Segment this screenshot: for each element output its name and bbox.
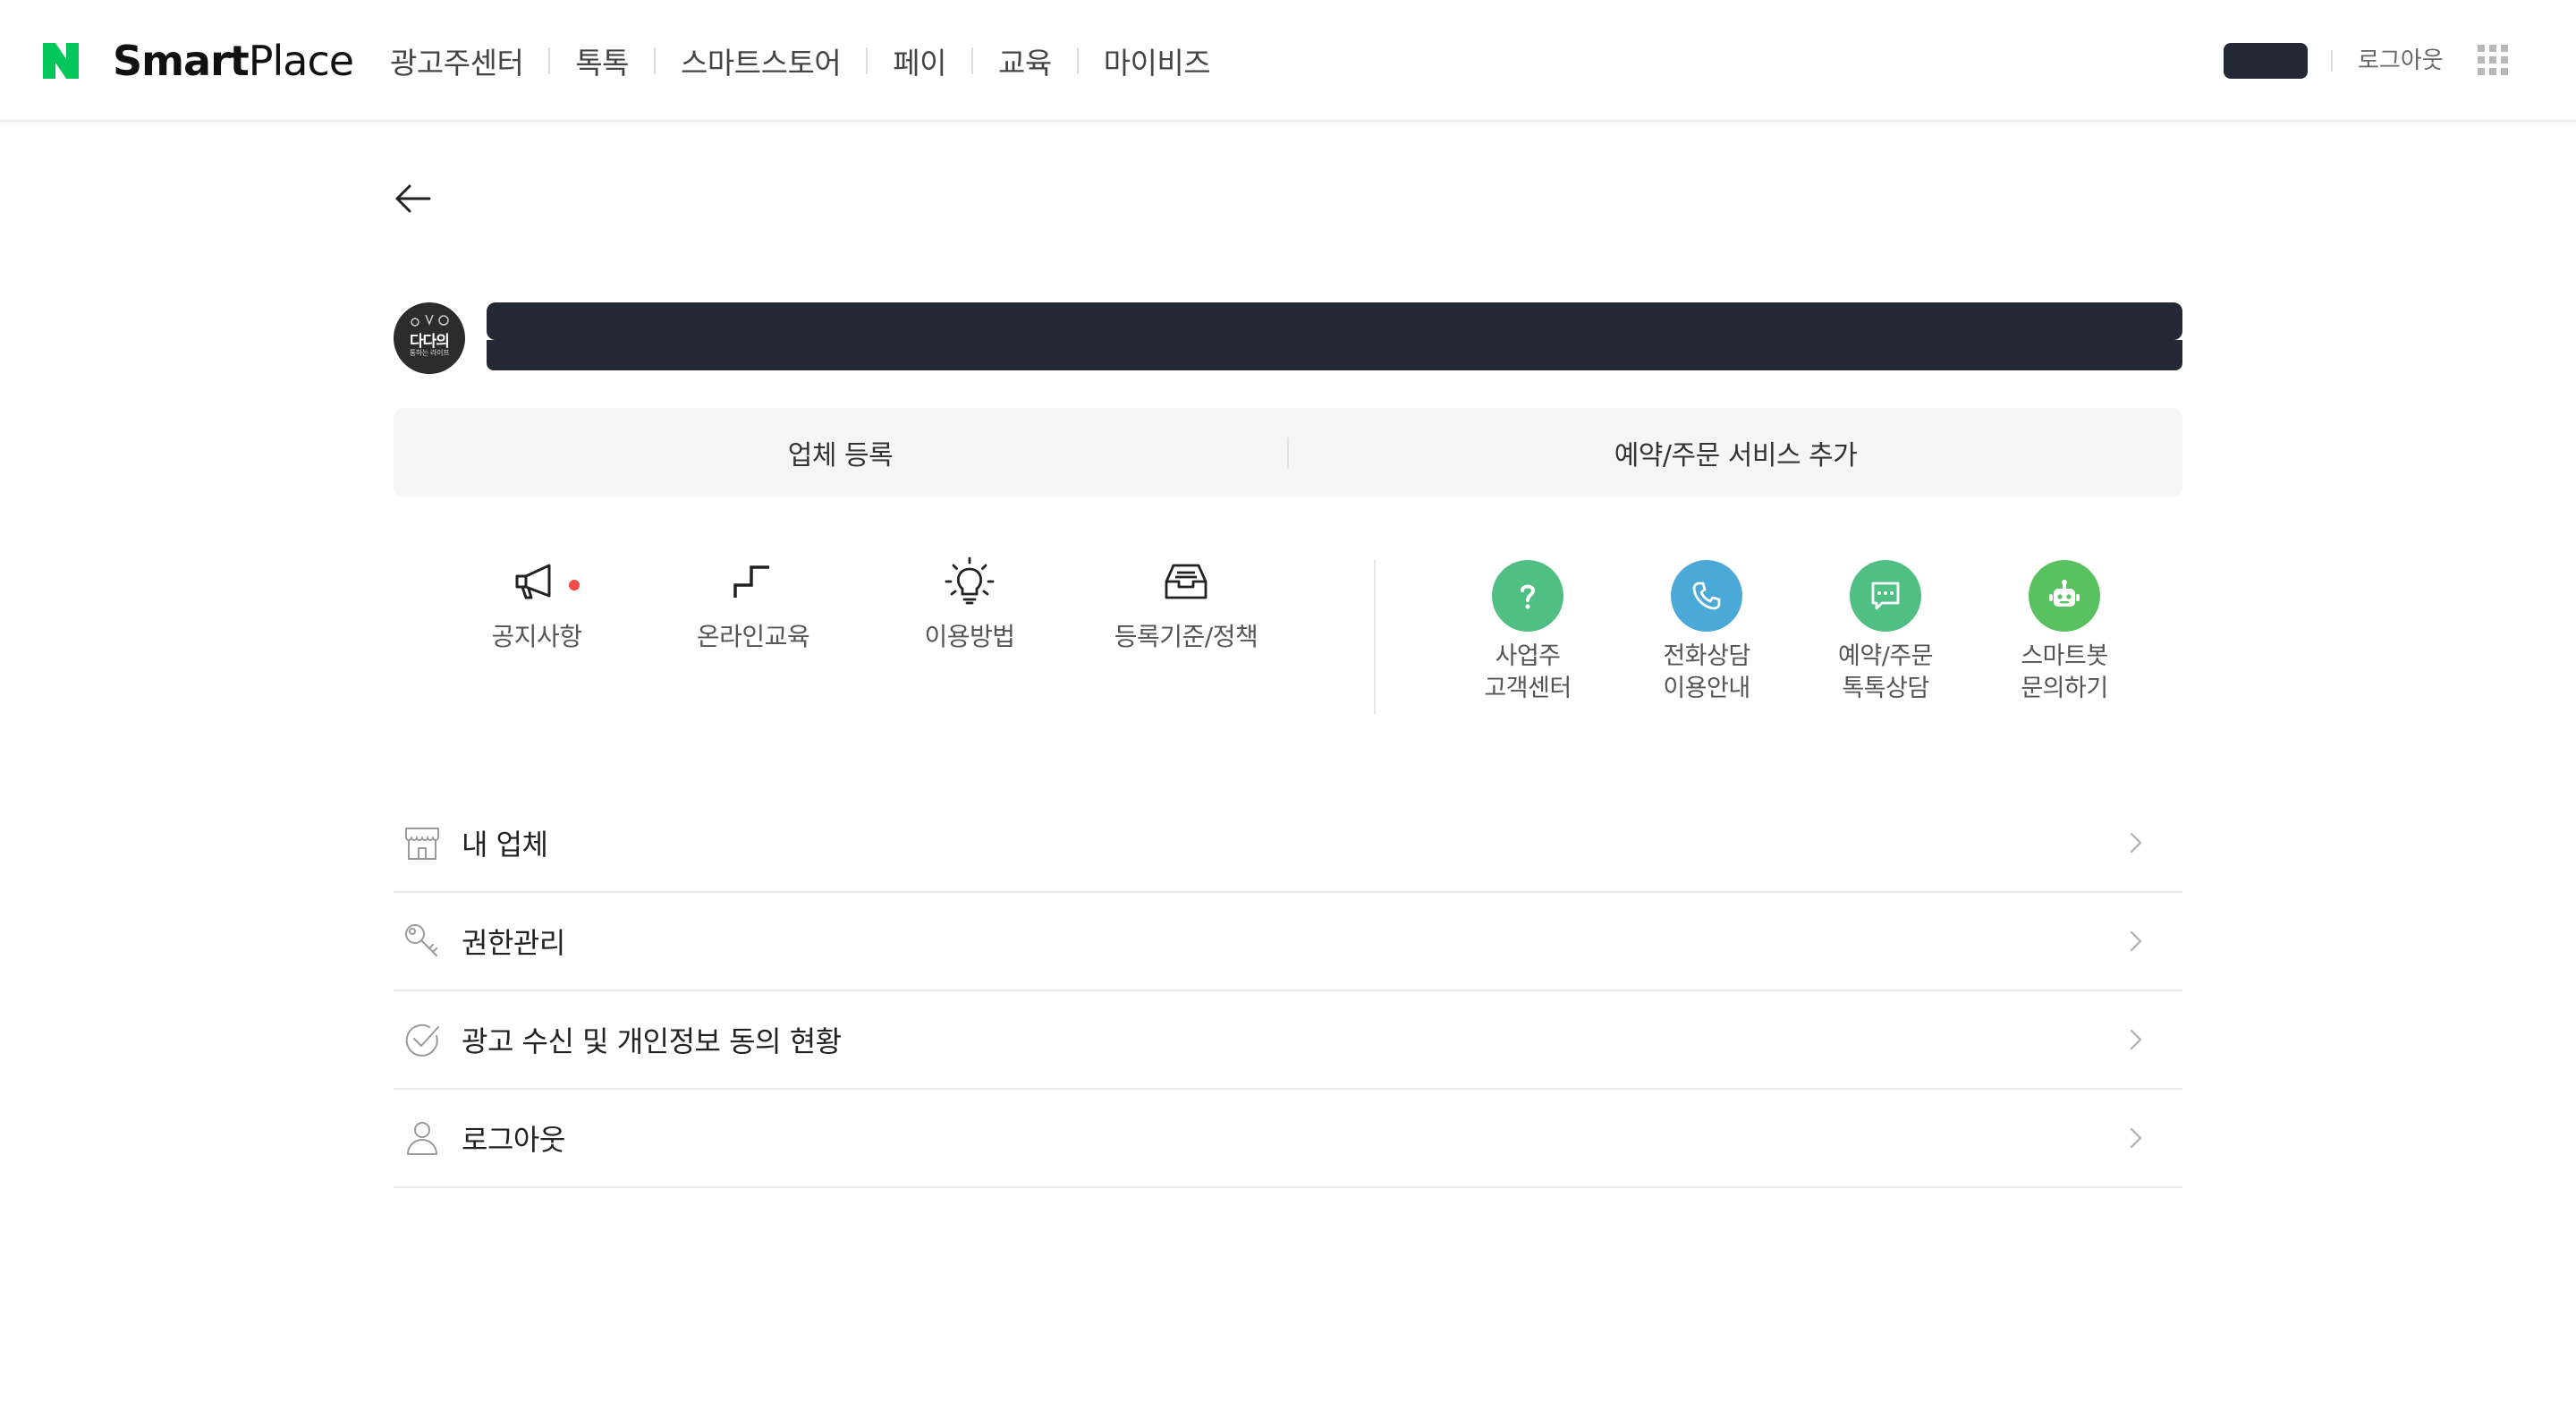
menu-row-label: 권한관리 [462,926,565,960]
nav-divider [548,47,551,74]
contact-item-phone-consult[interactable]: 전화상담 이용안내 [1617,560,1796,705]
contact-label: 전화상담 이용안내 [1617,641,1796,705]
quick-item-registration-policy[interactable]: 등록기준/정책 [1088,555,1284,653]
user-icon [407,1122,437,1155]
avatar-sublabel: 통하는 라이프 [409,349,450,357]
store-icon [405,828,439,860]
nav-item-ad-center[interactable]: 광고주센터 [390,39,524,82]
contact-item-customer-center[interactable]: 사업주 고객센터 [1438,560,1617,705]
nav-item-talktalk[interactable]: 톡톡 [575,39,629,82]
quick-item-label: 공지사항 [491,622,582,651]
global-nav-bar: SmartPlace 광고주센터 톡톡 스마트스토어 페이 교육 마이비즈 로그… [0,0,2576,122]
menu-row-permissions[interactable]: 권한관리 [394,893,2182,991]
check-circle-icon [405,1024,439,1057]
nav-divider [866,47,869,74]
chevron-right-icon [2130,1127,2142,1149]
menu-row-label: 광고 수신 및 개인정보 동의 현황 [462,1024,842,1058]
account-name-redacted[interactable] [2224,43,2308,79]
back-arrow-icon[interactable] [394,179,433,218]
nav-divider [654,47,657,74]
brand-bold-text: Smart [113,37,250,85]
business-action-bar: 업체 등록 예약/주문 서비스 추가 [394,408,2182,497]
avatar-decoration-icon [411,314,449,327]
naver-logo-icon[interactable] [43,43,79,79]
quick-item-notice[interactable]: 공지사항 [438,555,635,653]
service-nav: 광고주센터 톡톡 스마트스토어 페이 교육 마이비즈 [390,0,1211,122]
brand-regular-text: Place [248,37,354,85]
quick-item-label: 온라인교육 [696,622,810,651]
menu-row-my-business[interactable]: 내 업체 [394,794,2182,893]
nav-item-pay[interactable]: 페이 [893,39,946,82]
menu-row-label: 로그아웃 [462,1123,565,1157]
contact-circle [1850,560,1921,632]
inbox-tray-icon [1165,564,1208,599]
smartplace-logo[interactable]: SmartPlace [113,34,354,88]
nav-item-education[interactable]: 교육 [998,39,1052,82]
chevron-right-icon [2130,1029,2142,1050]
nav-item-smartstore[interactable]: 스마트스토어 [681,39,842,82]
quick-item-label: 등록기준/정책 [1114,622,1258,651]
contact-label-line2: 톡톡상담 [1842,675,1929,702]
business-name-redacted [487,302,2182,340]
contact-circle [2029,560,2100,632]
nav-item-mybiz[interactable]: 마이비즈 [1104,39,1211,82]
contact-circle [1671,560,1742,632]
contact-label-line2: 고객센터 [1484,675,1572,702]
header-divider [2331,50,2333,72]
chevron-right-icon [2130,832,2142,854]
contact-item-smartbot[interactable]: 스마트봇 문의하기 [1975,560,2154,705]
business-avatar: 다다의 통하는 라이프 [394,302,465,374]
quick-item-how-to-use[interactable]: 이용방법 [871,555,1068,653]
contact-label-line2: 이용안내 [1663,675,1750,702]
chat-bubble-icon [1871,582,1900,610]
nav-divider [970,47,973,74]
contact-label-line2: 문의하기 [2021,675,2108,702]
account-menu-list: 내 업체 권한관리 광고 수신 및 개인정보 동의 현황 로그아웃 [394,794,2182,1188]
quick-menu: 공지사항 온라인교육 이용방법 등록기준/정책 사업주 고객센터 전화상담 이용… [0,555,2576,716]
stairs-icon [733,565,769,598]
robot-icon [2049,580,2080,607]
contact-item-talktalk-consult[interactable]: 예약/주문 톡톡상담 [1796,560,1975,705]
header-logout-link[interactable]: 로그아웃 [2358,45,2444,77]
register-business-button[interactable]: 업체 등록 [394,433,1287,472]
nav-divider [1076,47,1079,74]
contact-circle [1492,560,1563,632]
menu-row-consent-status[interactable]: 광고 수신 및 개인정보 동의 현황 [394,991,2182,1090]
contact-label-line1: 예약/주문 [1838,642,1933,670]
quick-item-label: 이용방법 [924,622,1015,651]
contact-label-line1: 전화상담 [1663,642,1750,670]
contact-label: 예약/주문 톡톡상담 [1796,641,1975,705]
lightbulb-icon [945,556,995,605]
chevron-right-icon [2130,930,2142,952]
menu-row-label: 내 업체 [462,828,548,862]
quick-menu-divider [1374,560,1376,714]
contact-label-line1: 사업주 [1495,642,1561,670]
add-reservation-service-button[interactable]: 예약/주문 서비스 추가 [1289,433,2182,472]
contact-label-line1: 스마트봇 [2021,642,2108,670]
contact-label: 사업주 고객센터 [1438,641,1617,705]
contact-label: 스마트봇 문의하기 [1975,641,2154,705]
megaphone-icon [515,564,551,599]
app-grid-icon[interactable] [2478,45,2508,75]
new-notice-badge [569,580,580,590]
key-icon [405,924,437,956]
quick-item-online-education[interactable]: 온라인교육 [655,555,852,653]
menu-row-logout[interactable]: 로그아웃 [394,1090,2182,1188]
business-info-redacted [487,340,2182,370]
question-icon [1521,584,1536,609]
phone-icon [1692,582,1721,610]
